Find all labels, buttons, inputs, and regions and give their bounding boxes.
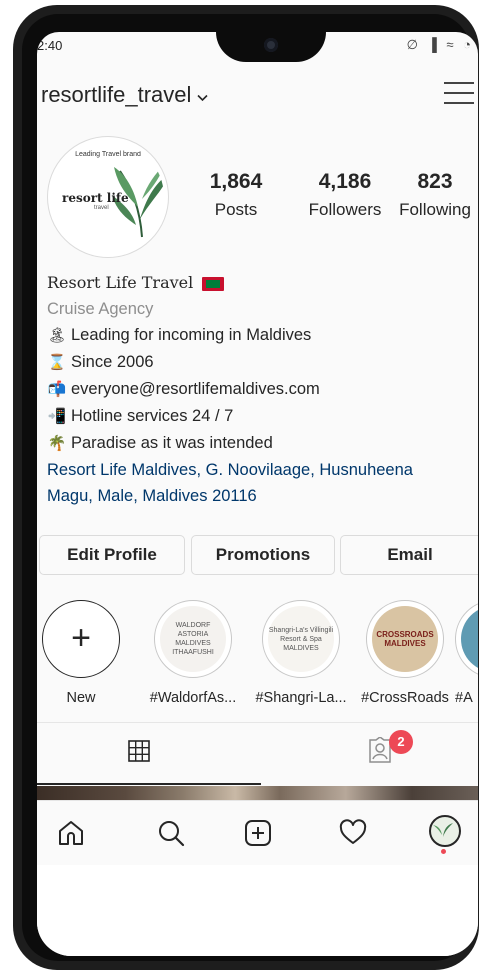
highlight-shangrila[interactable]: Shangri-La's Villingili Resort & Spa MAL… (249, 600, 353, 706)
bio-line: 🏝 Leading for incoming in Maldives (47, 322, 478, 349)
address-link-line1[interactable]: Resort Life Maldives, G. Noovilaage, Hus… (47, 457, 478, 483)
address-link-line2[interactable]: Magu, Male, Maldives 20116 (47, 483, 478, 509)
search-icon[interactable] (157, 819, 185, 847)
bio-line-text: Leading for incoming in Maldives (71, 326, 312, 344)
posts-count: 1,864 (209, 170, 263, 193)
display-name: Resort Life Travel (47, 273, 194, 292)
palm-tree-icon: 🌴 (47, 435, 67, 452)
partial-cover (461, 606, 478, 672)
highlight-waldorf[interactable]: WALDORF ASTORIA MALDIVES ITHAAFUSHI #Wal… (145, 600, 241, 706)
followers-label: Followers (308, 200, 382, 219)
island-icon: 🏝 (47, 327, 67, 344)
shangrila-cover: Shangri-La's Villingili Resort & Spa MAL… (268, 606, 334, 672)
phone-call-icon: 📲 (47, 408, 67, 425)
bio-line-text: everyone@resortlifemaldives.com (71, 380, 320, 398)
stat-posts[interactable]: 1,864 Posts (201, 170, 271, 220)
stat-following[interactable]: 823 Following (395, 170, 475, 220)
following-label: Following (399, 200, 471, 219)
email-button[interactable]: Email (340, 535, 478, 575)
promotions-button[interactable]: Promotions (191, 535, 335, 575)
bio-line-text: Since 2006 (71, 353, 154, 371)
highlight-crossroads[interactable]: CROSSROADS MALDIVES #CrossRoads (359, 600, 451, 706)
new-highlight-circle[interactable]: + (42, 600, 120, 678)
mailbox-icon: 📬 (47, 381, 67, 398)
empty-screen-area (37, 865, 478, 956)
avatar-sub-text: travel (94, 205, 109, 211)
profile-bio: Resort Life Travel Cruise Agency 🏝 Leadin… (47, 270, 478, 509)
bio-line: ⌛ Since 2006 (47, 349, 478, 376)
bio-line: 🌴 Paradise as it was intended (47, 430, 478, 457)
stat-followers[interactable]: 4,186 Followers (290, 170, 400, 220)
highlight-label: #CrossRoads (361, 690, 449, 706)
tagged-notification-badge: 2 (389, 730, 413, 754)
heart-icon[interactable] (339, 819, 367, 847)
tab-divider (37, 722, 478, 723)
status-icons: ∅ ▐ ≈ ◔ (406, 37, 474, 52)
highlight-label: #A (455, 690, 473, 706)
new-post-icon[interactable] (244, 819, 272, 847)
highlight-label: New (66, 690, 96, 706)
avatar-logo: Leading Travel brand resort life travel (52, 141, 164, 253)
highlight-partial[interactable]: #A (455, 600, 478, 706)
bottom-navigation (37, 800, 478, 865)
bio-line-text: Paradise as it was intended (71, 434, 273, 452)
profile-category: Cruise Agency (47, 300, 154, 318)
active-tab-indicator (37, 783, 261, 785)
highlight-cover[interactable]: CROSSROADS MALDIVES (366, 600, 444, 678)
waldorf-cover: WALDORF ASTORIA MALDIVES ITHAAFUSHI (160, 606, 226, 672)
bio-line: 📲 Hotline services 24 / 7 (47, 403, 478, 430)
bio-line: 📬 everyone@resortlifemaldives.com (47, 376, 478, 403)
palm-leaf-icon (433, 823, 453, 837)
status-time: 2:40 (37, 38, 63, 53)
highlight-cover[interactable] (455, 600, 478, 678)
status-bar: 2:40 ∅ ▐ ≈ ◔ (37, 32, 478, 60)
edit-profile-button[interactable]: Edit Profile (39, 535, 185, 575)
following-count: 823 (417, 170, 453, 193)
maldives-flag-icon (201, 276, 224, 291)
highlight-cover[interactable]: WALDORF ASTORIA MALDIVES ITHAAFUSHI (154, 600, 232, 678)
profile-avatar[interactable]: Leading Travel brand resort life travel (47, 136, 169, 258)
posts-label: Posts (214, 200, 258, 219)
highlight-cover[interactable]: Shangri-La's Villingili Resort & Spa MAL… (262, 600, 340, 678)
username-switcher[interactable]: resortlife_travel (41, 82, 191, 107)
followers-count: 4,186 (318, 170, 372, 193)
profile-notification-dot (441, 849, 446, 854)
hamburger-menu-icon[interactable] (444, 82, 474, 106)
crossroads-cover: CROSSROADS MALDIVES (372, 606, 438, 672)
bio-line-text: Hotline services 24 / 7 (71, 407, 234, 425)
home-icon[interactable] (57, 819, 85, 847)
avatar-top-text: Leading Travel brand (75, 151, 141, 158)
plus-icon: + (71, 619, 91, 657)
posts-grid-strip[interactable] (37, 786, 478, 800)
hourglass-icon: ⌛ (47, 354, 67, 371)
grid-icon[interactable] (128, 740, 150, 762)
avatar-brand-text: resort life (62, 191, 129, 205)
chevron-down-icon[interactable] (197, 89, 208, 106)
app-screen: 2:40 ∅ ▐ ≈ ◔ resortlife_travel Leading T… (37, 32, 478, 956)
highlight-new[interactable]: + New (41, 600, 121, 706)
highlight-label: #Shangri-La... (255, 690, 347, 706)
profile-tab-avatar[interactable] (429, 815, 461, 847)
highlight-label: #WaldorfAs... (149, 690, 237, 706)
profile-header: resortlife_travel (41, 82, 478, 112)
